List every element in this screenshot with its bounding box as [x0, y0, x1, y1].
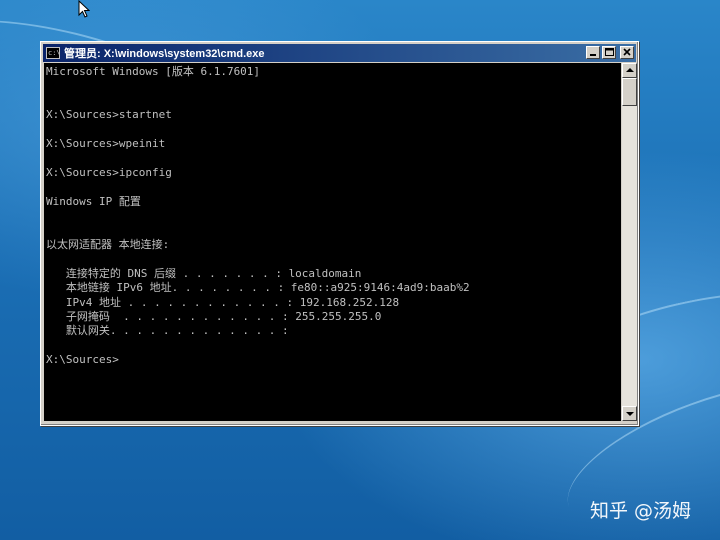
maximize-button[interactable]	[602, 46, 616, 59]
console-line: X:\Sources>ipconfig	[46, 165, 172, 179]
window-title: 管理员: X:\windows\system32\cmd.exe	[64, 48, 265, 60]
console-output-area[interactable]: Microsoft Windows [版本 6.1.7601] X:\Sourc…	[44, 63, 621, 421]
close-button[interactable]	[620, 46, 634, 59]
scroll-up-button[interactable]	[622, 63, 637, 78]
vertical-scrollbar[interactable]	[622, 63, 637, 421]
up-arrow-icon	[626, 68, 634, 72]
console-line: X:\Sources>wpeinit	[46, 137, 166, 151]
console-line: X:\Sources>startnet	[46, 108, 172, 122]
minimize-icon	[590, 54, 596, 56]
console-line: X:\Sources>	[46, 353, 119, 367]
console-line: 以太网适配器 本地连接:	[46, 237, 170, 251]
console-text: Microsoft Windows [版本 6.1.7601] X:\Sourc…	[44, 63, 621, 368]
window-titlebar[interactable]: c:\ 管理员: X:\windows\system32\cmd.exe	[43, 44, 636, 62]
down-arrow-icon	[626, 412, 634, 416]
cmd-window[interactable]: c:\ 管理员: X:\windows\system32\cmd.exe Mic…	[40, 41, 639, 426]
console-line: Microsoft Windows [版本 6.1.7601]	[46, 65, 261, 78]
scrollbar-thumb[interactable]	[622, 78, 637, 106]
mouse-cursor-icon	[78, 0, 90, 18]
scroll-down-button[interactable]	[622, 406, 637, 421]
console-line: 子网掩码 . . . . . . . . . . . . : 255.255.2…	[46, 309, 382, 323]
console-line: 默认网关. . . . . . . . . . . . . :	[46, 324, 289, 338]
close-icon	[623, 48, 631, 56]
cmd-app-icon[interactable]: c:\	[46, 47, 61, 59]
maximize-icon	[605, 48, 614, 56]
console-line: IPv4 地址 . . . . . . . . . . . . : 192.16…	[46, 295, 400, 309]
window-controls	[586, 46, 634, 59]
console-line: Windows IP 配置	[46, 194, 141, 208]
minimize-button[interactable]	[586, 46, 600, 59]
console-line: 连接特定的 DNS 后缀 . . . . . . . : localdomain	[46, 266, 362, 280]
watermark-text: 知乎 @汤姆	[590, 500, 692, 522]
console-line: 本地链接 IPv6 地址. . . . . . . . : fe80::a925…	[46, 281, 470, 295]
